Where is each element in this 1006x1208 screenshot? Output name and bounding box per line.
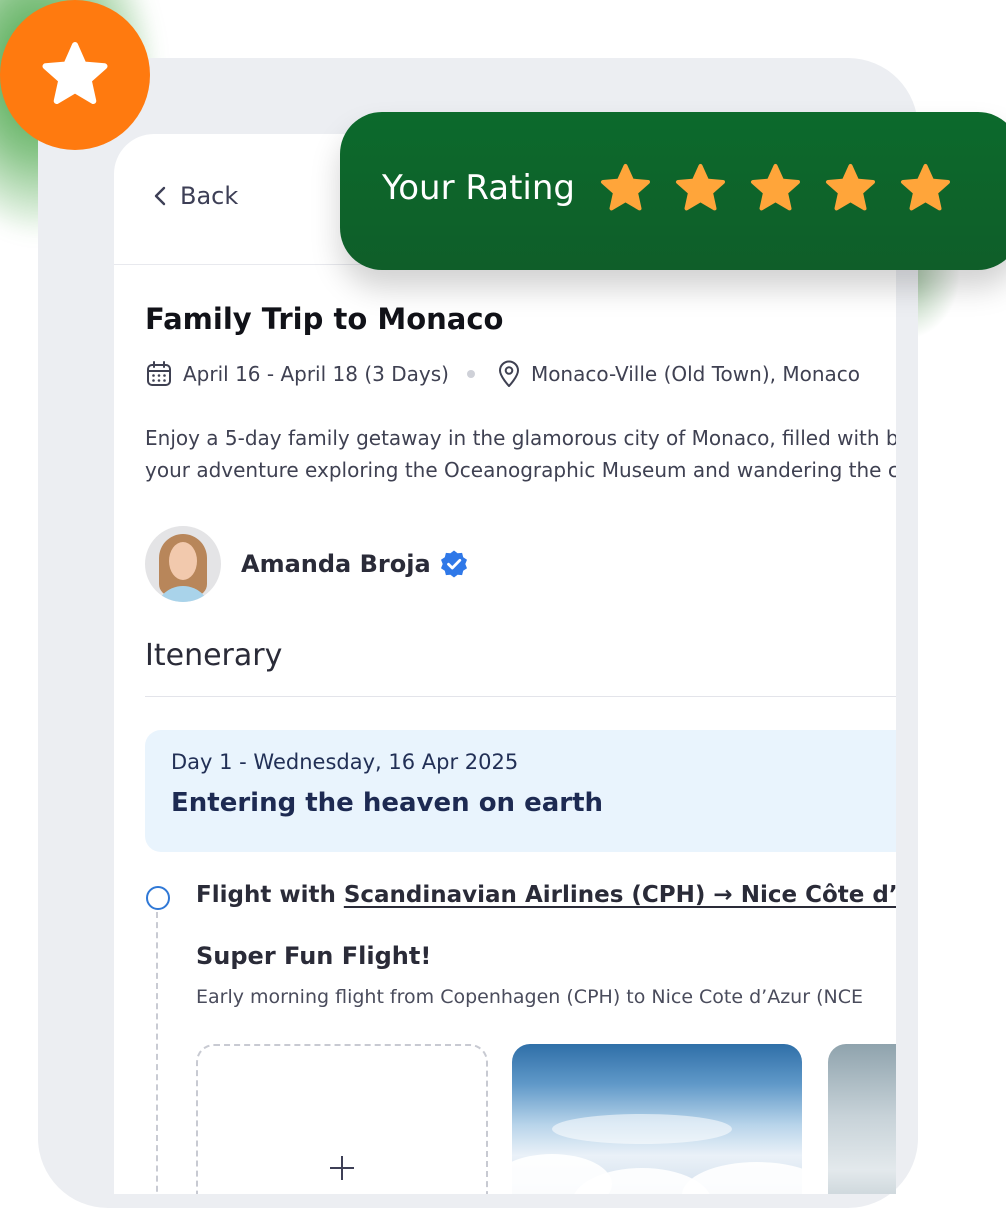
flight-route-link[interactable]: Scandinavian Airlines (CPH) → Nice Côte … (344, 882, 896, 908)
note-description: Early morning flight from Copenhagen (CP… (196, 986, 863, 1008)
author-row[interactable]: Amanda Broja (145, 526, 469, 602)
star-icon (42, 42, 108, 104)
day-card[interactable]: Day 1 - Wednesday, 16 Apr 2025 Entering … (145, 730, 896, 852)
trip-meta: April 16 - April 18 (3 Days) Monaco-Vill… (145, 360, 860, 388)
meta-separator (466, 370, 475, 378)
trip-title: Family Trip to Monaco (145, 302, 504, 336)
trip-location: Monaco-Ville (Old Town), Monaco (497, 360, 860, 388)
section-divider (145, 696, 896, 697)
rating-label: Your Rating (382, 168, 576, 208)
calendar-icon (147, 361, 171, 386)
add-photo-button[interactable] (196, 1044, 488, 1194)
description-line-1: Enjoy a 5-day family getaway in the glam… (145, 426, 896, 450)
chevron-left-icon (154, 186, 166, 206)
star-icon[interactable] (598, 162, 653, 216)
description-line-2: your adventure exploring the Oceanograph… (145, 458, 896, 482)
trip-photo-sky[interactable] (512, 1044, 802, 1194)
star-icon[interactable] (898, 162, 953, 216)
day-date: Day 1 - Wednesday, 16 Apr 2025 (171, 750, 519, 774)
trip-description: Enjoy a 5-day family getaway in the glam… (145, 422, 896, 486)
star-badge (0, 0, 150, 150)
rating-stars[interactable] (598, 162, 953, 216)
timeline-line (156, 912, 158, 1194)
back-label: Back (180, 182, 239, 210)
plus-icon (330, 1156, 354, 1180)
flight-title: Flight with Scandinavian Airlines (CPH) … (196, 882, 896, 908)
flight-prefix: Flight with (196, 882, 344, 908)
author-name[interactable]: Amanda Broja (241, 550, 431, 578)
location-pin-icon (498, 360, 519, 387)
trip-photo-plane[interactable] (828, 1044, 896, 1194)
verified-badge-icon (440, 550, 467, 578)
dates-text: April 16 - April 18 (3 Days) (183, 362, 449, 386)
star-icon[interactable] (823, 162, 878, 216)
trip-detail-card: Back Family Trip to Monaco April 16 - Ap… (114, 134, 896, 1194)
trip-dates: April 16 - April 18 (3 Days) (145, 360, 449, 388)
day-title: Entering the heaven on earth (171, 788, 604, 818)
star-icon[interactable] (748, 162, 803, 216)
star-icon[interactable] (673, 162, 728, 216)
timeline-node (146, 886, 170, 910)
itinerary-heading: Itenerary (145, 638, 283, 673)
rating-banner: Your Rating (340, 112, 1006, 270)
back-button[interactable]: Back (154, 182, 238, 210)
location-text: Monaco-Ville (Old Town), Monaco (530, 362, 860, 386)
note-title: Super Fun Flight! (196, 942, 432, 970)
avatar[interactable] (145, 526, 221, 602)
